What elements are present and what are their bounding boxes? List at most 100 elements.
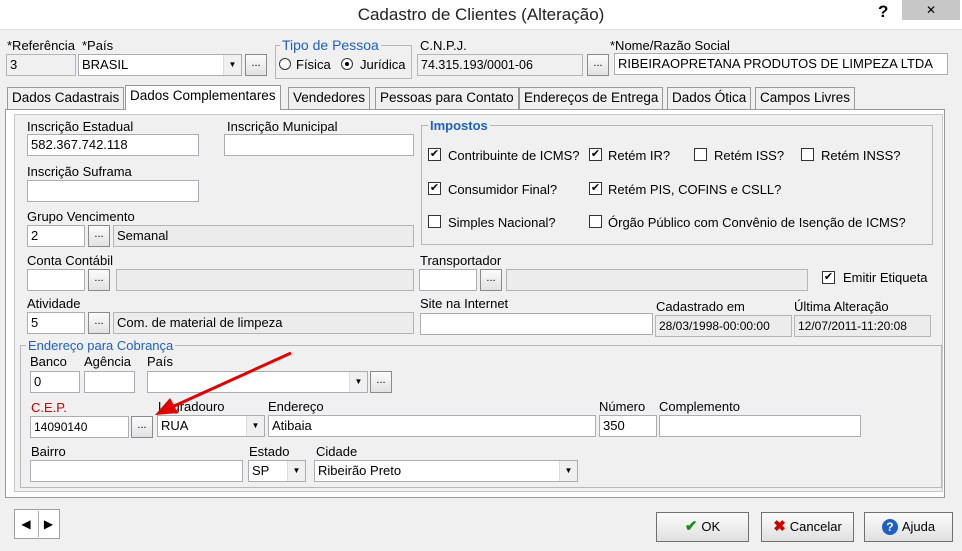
triangle-right-icon: ▶ (43, 517, 54, 531)
transp-code-field[interactable] (419, 269, 477, 291)
atividade-code-field[interactable]: 5 (27, 312, 85, 334)
cidade-select[interactable]: Ribeirão Preto ▼ (314, 460, 578, 482)
chevron-down-icon: ▼ (287, 461, 305, 481)
cobranca-pais-label: País (147, 354, 174, 369)
endereco-label: Endereço (268, 399, 324, 414)
estado-label: Estado (249, 444, 290, 459)
cobranca-pais-select[interactable]: ▼ (147, 371, 368, 393)
impostos-legend: Impostos (428, 118, 490, 133)
grupo-code-field[interactable]: 2 (27, 225, 85, 247)
prev-record-button[interactable]: ◀ (16, 511, 36, 537)
endereco-field[interactable]: Atibaia (268, 415, 596, 437)
x-icon: ✖ (773, 518, 786, 535)
banco-label: Banco (30, 354, 67, 369)
cep-field[interactable]: 14090140 (30, 416, 129, 438)
conta-desc-field (116, 269, 414, 291)
tab-vendedores[interactable]: Vendedores (288, 87, 371, 109)
ultima-label: Última Alteração (794, 299, 889, 314)
tab-dados-cadastrais[interactable]: Dados Cadastrais (7, 87, 125, 109)
chevron-down-icon: ▼ (559, 461, 577, 481)
complemento-field[interactable] (659, 415, 861, 437)
pais-select[interactable]: BRASIL ▼ (78, 54, 242, 76)
nome-field[interactable]: RIBEIRAOPRETANA PRODUTOS DE LIMPEZA LTDA (614, 53, 948, 75)
tab-pessoas-para-contato[interactable]: Pessoas para Contato (375, 87, 519, 109)
conta-code-field[interactable] (27, 269, 85, 291)
tab-dados-complementares[interactable]: Dados Complementares (125, 85, 281, 110)
ok-button[interactable]: ✔ OK (656, 512, 749, 542)
orgao-publico-label: Órgão Público com Convênio de Isenção de… (608, 215, 906, 230)
agencia-field[interactable] (84, 371, 135, 393)
cancel-button[interactable]: ✖ Cancelar (761, 512, 854, 542)
atividade-label: Atividade (27, 296, 81, 311)
complemento-label: Complemento (659, 399, 740, 414)
atividade-lookup-button[interactable]: ... (88, 312, 110, 334)
conta-lookup-button[interactable]: ... (88, 269, 110, 291)
simples-nacional-checkbox[interactable] (428, 215, 441, 228)
pais-lookup-button[interactable]: ... (245, 54, 267, 76)
im-field[interactable] (224, 134, 414, 156)
estado-select[interactable]: SP ▼ (248, 460, 306, 482)
numero-label: Número (599, 399, 646, 414)
orgao-publico-checkbox[interactable] (589, 215, 602, 228)
juridica-radio[interactable] (341, 58, 353, 70)
emitir-etiqueta-label: Emitir Etiqueta (843, 270, 928, 285)
ie-field[interactable]: 582.367.742.118 (27, 134, 199, 156)
grupo-lookup-button[interactable]: ... (88, 225, 110, 247)
retem-ir-label: Retém IR? (608, 148, 671, 163)
retem-pis-cofins-csll-checkbox[interactable]: ✔ (589, 182, 602, 195)
next-record-button[interactable]: ▶ (38, 511, 58, 537)
tipo-pessoa-legend: Tipo de Pessoa (280, 37, 381, 53)
chevron-down-icon: ▼ (349, 372, 367, 392)
cep-lookup-button[interactable]: ... (131, 416, 153, 438)
bairro-label: Bairro (31, 444, 66, 459)
retem-iss-checkbox[interactable] (694, 148, 707, 161)
logradouro-select[interactable]: RUA ▼ (157, 415, 265, 437)
window-title: Cadastro de Clientes (Alteração) (357, 5, 605, 24)
retem-inss-checkbox[interactable] (801, 148, 814, 161)
cancel-label: Cancelar (789, 519, 842, 534)
cnpj-label: C.N.P.J. (420, 38, 467, 53)
chevron-down-icon: ▼ (246, 416, 264, 436)
tab-campos-livres[interactable]: Campos Livres (755, 87, 856, 109)
site-field[interactable] (420, 313, 653, 335)
estado-value: SP (252, 463, 270, 478)
retem-inss-label: Retém INSS? (821, 148, 901, 163)
emitir-etiqueta-checkbox[interactable]: ✔ (822, 271, 835, 284)
retem-ir-checkbox[interactable]: ✔ (589, 148, 602, 161)
nome-label: *Nome/Razão Social (610, 38, 730, 53)
atividade-desc-field: Com. de material de limpeza (113, 312, 414, 334)
transp-label: Transportador (420, 253, 502, 268)
cidade-label: Cidade (316, 444, 358, 459)
juridica-label: Jurídica (360, 57, 406, 72)
cep-label: C.E.P. (31, 400, 67, 415)
help-icon[interactable]: ? (878, 2, 888, 22)
cidade-value: Ribeirão Preto (318, 463, 402, 478)
numero-field[interactable]: 350 (599, 415, 657, 437)
suframa-field[interactable] (27, 180, 199, 202)
cnpj-lookup-button[interactable]: ... (587, 54, 609, 76)
triangle-left-icon: ◀ (21, 517, 31, 531)
referencia-label: *Referência (7, 38, 75, 53)
retem-pis-cofins-csll-label: Retém PIS, COFINS e CSLL? (608, 182, 782, 197)
cnpj-field[interactable]: 74.315.193/0001-06 (417, 54, 583, 76)
logradouro-label: Logradouro (158, 399, 225, 414)
transp-lookup-button[interactable]: ... (480, 269, 502, 291)
tab-enderecos-de-entrega[interactable]: Endereços de Entrega (519, 87, 664, 109)
help-button[interactable]: ? Ajuda (864, 512, 953, 542)
ok-label: OK (701, 519, 721, 534)
bairro-field[interactable] (30, 460, 243, 482)
consumidor-final-checkbox[interactable]: ✔ (428, 182, 441, 195)
consumidor-final-label: Consumidor Final? (448, 182, 558, 197)
suframa-label: Inscrição Suframa (27, 164, 132, 179)
contribuinte-icms-checkbox[interactable]: ✔ (428, 148, 441, 161)
pais-value: BRASIL (82, 57, 129, 72)
ie-label: Inscrição Estadual (27, 119, 134, 134)
help-icon: ? (881, 519, 898, 535)
fisica-radio[interactable] (279, 58, 291, 70)
banco-field[interactable]: 0 (30, 371, 80, 393)
cobranca-pais-lookup-button[interactable]: ... (370, 371, 392, 393)
referencia-field[interactable]: 3 (6, 54, 76, 76)
transp-desc-field (506, 269, 808, 291)
close-button[interactable]: ✕ (902, 0, 960, 20)
tab-dados-otica[interactable]: Dados Ótica (667, 87, 752, 109)
